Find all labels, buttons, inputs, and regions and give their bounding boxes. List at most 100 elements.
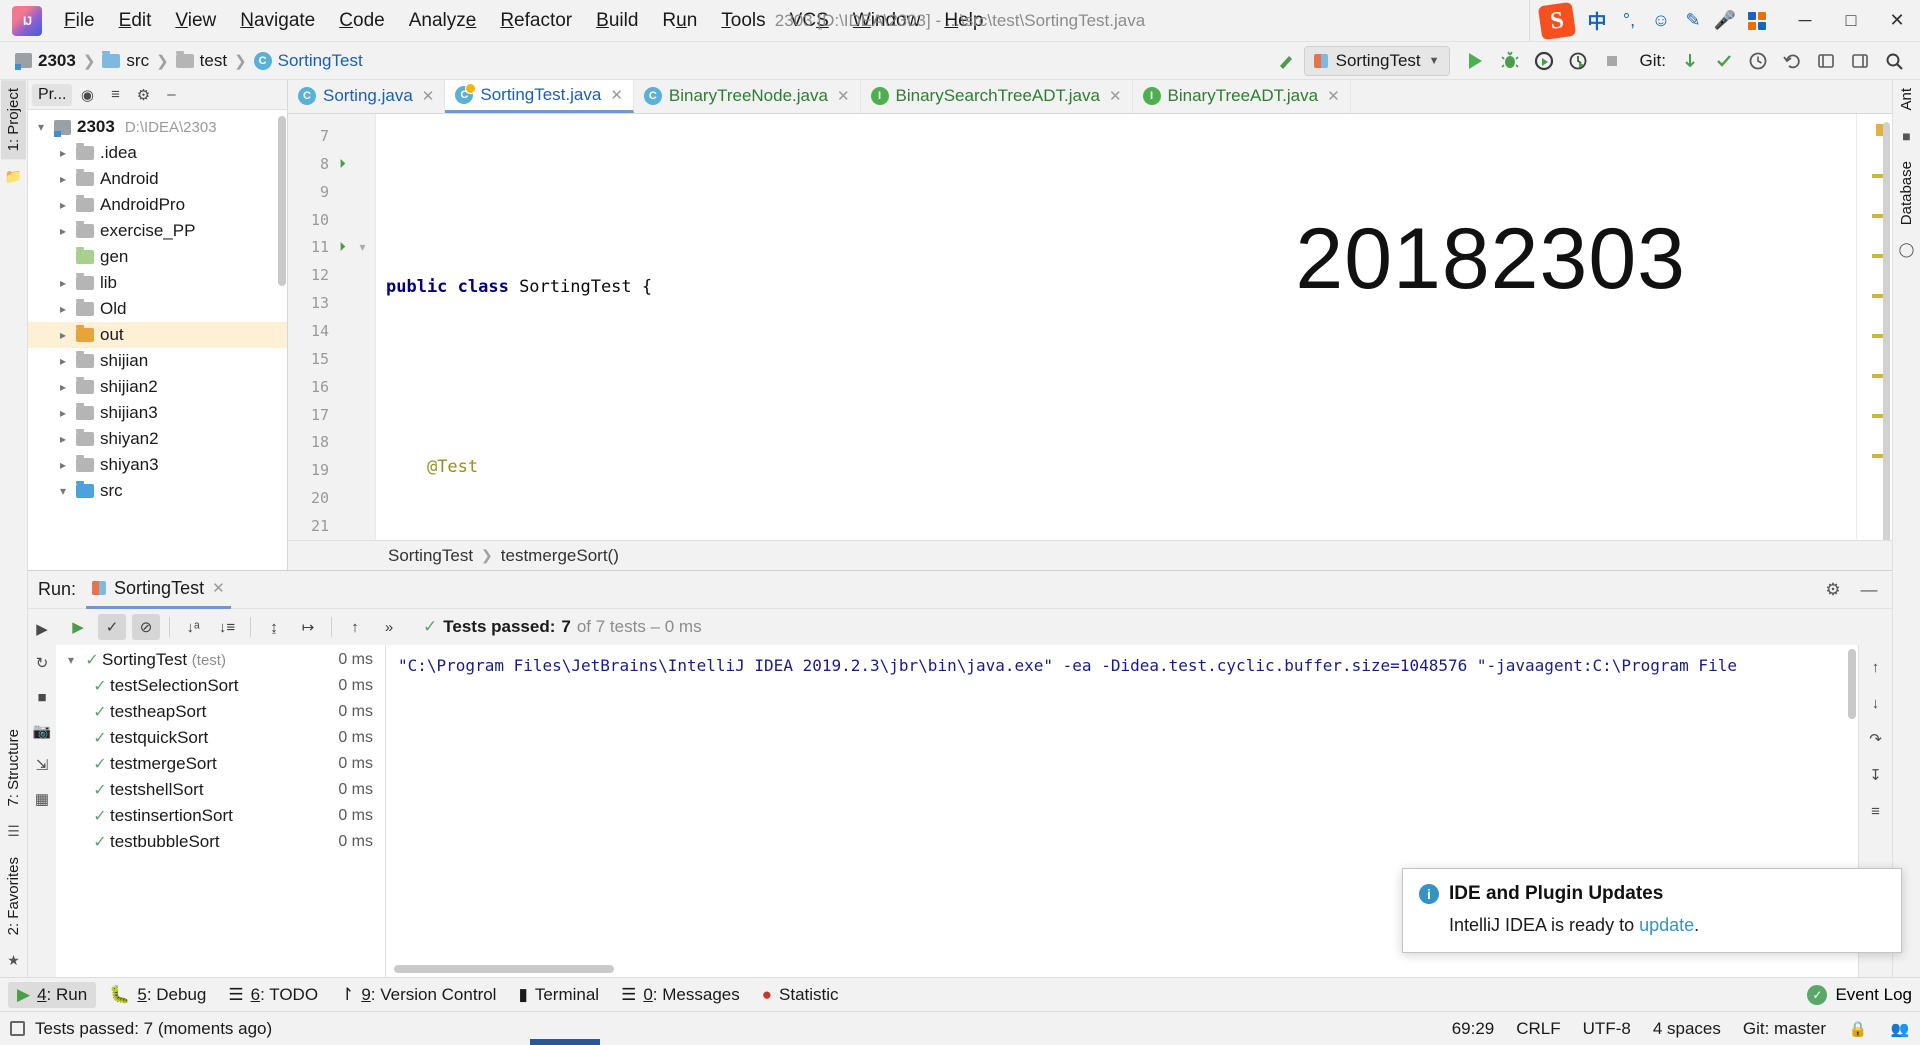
build-hammer-icon[interactable]: [1270, 45, 1302, 77]
tab-binarysearchtreeadt-java[interactable]: I BinarySearchTreeADT.java ✕: [861, 80, 1133, 113]
tree-node-2303[interactable]: ▾ 2303 D:\IDEA\2303: [28, 114, 287, 140]
test-tree-row[interactable]: ✓ testshellSort 0 ms: [56, 777, 385, 803]
sidebar-item-structure[interactable]: 7: Structure: [1, 721, 26, 815]
profile-button[interactable]: [1562, 45, 1594, 77]
file-encoding[interactable]: UTF-8: [1583, 1019, 1631, 1039]
expand-all-icon[interactable]: ↨: [260, 614, 288, 640]
close-icon[interactable]: ✕: [1327, 87, 1340, 105]
ime-microphone-icon[interactable]: 🎤: [1710, 6, 1740, 36]
tree-node-idea[interactable]: ▸ .idea: [28, 140, 287, 166]
stop-button[interactable]: [1596, 45, 1628, 77]
minimize-button[interactable]: ─: [1782, 0, 1828, 42]
hide-icon[interactable]: –: [158, 83, 184, 107]
close-icon[interactable]: ✕: [212, 579, 225, 597]
project-files-icon[interactable]: 📁: [3, 165, 25, 187]
code-area[interactable]: 7 8 ⏵ 9 10 11 ⏵ ▾ 12 13 14 15 16 17 18 1…: [288, 114, 1892, 540]
breadcrumb-class-name[interactable]: SortingTest: [388, 546, 473, 566]
run-test-icon[interactable]: ⏵: [335, 239, 350, 255]
run-button[interactable]: [1460, 45, 1492, 77]
run-class-icon[interactable]: ⏵: [335, 156, 350, 171]
console-horizontal-scrollbar[interactable]: [394, 965, 614, 973]
tree-node-shiyan2[interactable]: ▸ shiyan2: [28, 426, 287, 452]
menu-item-navigate[interactable]: Navigate: [228, 5, 327, 37]
hide-icon[interactable]: —: [1856, 577, 1882, 603]
maximize-button[interactable]: □: [1828, 0, 1874, 42]
menu-item-code[interactable]: Code: [327, 5, 396, 37]
test-tree-row[interactable]: ✓ testheapSort 0 ms: [56, 699, 385, 725]
close-icon[interactable]: ✕: [422, 87, 435, 105]
tree-node-lib[interactable]: ▸ lib: [28, 270, 287, 296]
ime-punctuation-icon[interactable]: °,: [1614, 6, 1644, 36]
menu-item-refactor[interactable]: Refactor: [488, 5, 584, 37]
run-with-coverage-button[interactable]: [1528, 45, 1560, 77]
ime-language-icon[interactable]: 中: [1582, 6, 1612, 36]
console-vertical-scrollbar[interactable]: [1848, 649, 1856, 719]
import-icon[interactable]: ⇲: [30, 753, 54, 777]
layout-icon[interactable]: ▦: [30, 787, 54, 811]
print-icon[interactable]: ≡: [1864, 799, 1888, 823]
ime-pen-icon[interactable]: ✎: [1678, 6, 1708, 36]
lock-icon[interactable]: 🔒: [1848, 1019, 1868, 1039]
menu-item-build[interactable]: Build: [584, 5, 650, 37]
breadcrumb-project[interactable]: 2303: [10, 49, 81, 73]
favorites-star-icon[interactable]: ★: [3, 949, 25, 971]
tree-node-shijian3[interactable]: ▸ shijian3: [28, 400, 287, 426]
caret-position[interactable]: 69:29: [1452, 1019, 1495, 1039]
sidebar-item-project[interactable]: 1: Project: [1, 80, 26, 160]
scroll-up-icon[interactable]: ↑: [1864, 655, 1888, 679]
gear-icon[interactable]: ⚙: [1820, 577, 1846, 603]
ime-apps-icon[interactable]: [1742, 6, 1772, 36]
hide-ignored-icon[interactable]: ⊘: [132, 614, 160, 640]
event-log-label[interactable]: Event Log: [1835, 985, 1912, 1005]
git-update-icon[interactable]: [1674, 45, 1706, 77]
update-link[interactable]: update: [1639, 915, 1694, 935]
tab-binarytreeadt-java[interactable]: I BinaryTreeADT.java ✕: [1133, 80, 1351, 113]
test-tree-row[interactable]: ✓ testbubbleSort 0 ms: [56, 829, 385, 855]
soft-wrap-icon[interactable]: ↷: [1864, 727, 1888, 751]
tree-node-shijian2[interactable]: ▸ shijian2: [28, 374, 287, 400]
tree-node-exercise-pp[interactable]: ▸ exercise_PP: [28, 218, 287, 244]
tool-window-version-control[interactable]: ↾ 9: Version Control: [331, 982, 505, 1008]
undo-icon[interactable]: [1776, 45, 1808, 77]
sort-by-duration-icon[interactable]: ↓≡: [213, 614, 241, 640]
project-tree-scrollbar[interactable]: [278, 116, 286, 286]
previous-failed-icon[interactable]: ↑: [341, 614, 369, 640]
tree-node-shiyan3[interactable]: ▸ shiyan3: [28, 452, 287, 478]
git-history-icon[interactable]: [1742, 45, 1774, 77]
close-icon[interactable]: ✕: [610, 86, 623, 104]
project-pane-title[interactable]: Pr...: [32, 83, 73, 106]
tree-node-src[interactable]: ▾ src: [28, 478, 287, 504]
tree-node-gen[interactable]: gen: [28, 244, 287, 270]
line-separator[interactable]: CRLF: [1516, 1019, 1560, 1039]
collapse-all-icon[interactable]: ↦: [294, 614, 322, 640]
close-button[interactable]: ✕: [1874, 0, 1920, 42]
ant-icon[interactable]: ■: [1896, 125, 1918, 147]
debug-button[interactable]: [1494, 45, 1526, 77]
search-everywhere-icon[interactable]: [1878, 45, 1910, 77]
tool-window-debug[interactable]: 🐛 5: Debug: [100, 982, 215, 1008]
rerun-icon[interactable]: ▶: [30, 617, 54, 641]
test-tree-row[interactable]: ✓ testquickSort 0 ms: [56, 725, 385, 751]
ime-emoji-icon[interactable]: ☺: [1646, 6, 1676, 36]
run-tab-sortingtest[interactable]: SortingTest ✕: [86, 571, 231, 609]
close-icon[interactable]: ✕: [837, 87, 850, 105]
sogou-logo-icon[interactable]: S: [1537, 1, 1577, 40]
tree-node-old[interactable]: ▸ Old: [28, 296, 287, 322]
tree-node-androidpro[interactable]: ▸ AndroidPro: [28, 192, 287, 218]
tab-sorting-java[interactable]: C Sorting.java ✕: [288, 80, 446, 113]
tool-window-todo[interactable]: ☰ 6: TODO: [219, 982, 327, 1008]
project-structure-icon[interactable]: [1844, 45, 1876, 77]
sort-alphabetically-icon[interactable]: ↓ᵃ: [179, 614, 207, 640]
tool-window-terminal[interactable]: ▮ Terminal: [509, 982, 608, 1008]
show-passed-icon[interactable]: ✓: [98, 614, 126, 640]
test-tree[interactable]: ▾ ✓ SortingTest (test) 0 ms ✓ testSelect…: [56, 645, 386, 977]
more-actions-icon[interactable]: »: [375, 614, 403, 640]
memory-indicator-icon[interactable]: [10, 1021, 25, 1036]
menu-item-edit[interactable]: Edit: [107, 5, 164, 37]
menu-item-file[interactable]: File: [52, 5, 107, 37]
menu-item-view[interactable]: View: [163, 5, 228, 37]
sidebar-item-database[interactable]: Database: [1894, 153, 1919, 233]
test-tree-row[interactable]: ✓ testinsertionSort 0 ms: [56, 803, 385, 829]
menu-item-run[interactable]: Run: [650, 5, 709, 37]
breadcrumb-method-name[interactable]: testmergeSort(): [501, 546, 619, 566]
